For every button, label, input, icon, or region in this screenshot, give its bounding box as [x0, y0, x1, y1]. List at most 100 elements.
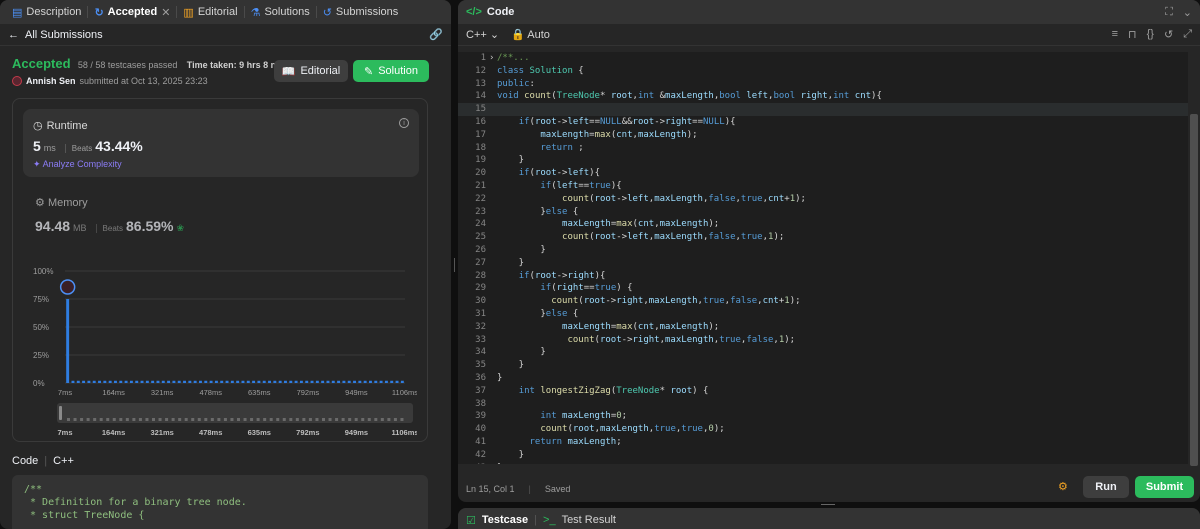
slider-mini-bar: [322, 418, 325, 421]
code-line[interactable]: 33 count(root->right,maxLength,true,fals…: [458, 334, 1188, 347]
code-line[interactable]: 43};: [458, 462, 1188, 465]
slider-mini-bar: [289, 418, 293, 421]
code-line[interactable]: 29 if(right==true) {: [458, 282, 1188, 295]
code-line[interactable]: 42 }: [458, 449, 1188, 462]
code-line[interactable]: 17 maxLength=max(cnt,maxLength);: [458, 129, 1188, 142]
code-line[interactable]: 18 return ;: [458, 142, 1188, 155]
submitted-time: submitted at Oct 13, 2025 23:23: [79, 76, 208, 86]
code-line[interactable]: 32 maxLength=max(cnt,maxLength);: [458, 321, 1188, 334]
analyze-complexity-link[interactable]: ✦ Analyze Complexity: [33, 159, 122, 170]
line-number: 42: [475, 449, 486, 460]
fullscreen-icon[interactable]: ⤢: [1183, 28, 1192, 41]
code-line[interactable]: 27 }: [458, 257, 1188, 270]
editor-scrollbar[interactable]: [1188, 52, 1200, 466]
x-tick-label: 1106ms: [392, 388, 417, 397]
code-line[interactable]: 21 if(left==true){: [458, 180, 1188, 193]
code-line[interactable]: 22 count(root->left,maxLength,false,true…: [458, 193, 1188, 206]
tab-description[interactable]: ▤ Description: [6, 0, 87, 24]
result-summary: Accepted 58 / 58 testcases passed Time t…: [12, 56, 294, 71]
code-line[interactable]: 24 maxLength=max(cnt,maxLength);: [458, 218, 1188, 231]
code-line[interactable]: 16 if(root->left==NULL&&root->right==NUL…: [458, 116, 1188, 129]
auto-mode[interactable]: 🔒 Auto: [511, 28, 550, 41]
solution-button[interactable]: ✎ Solution: [353, 60, 429, 82]
code-text: count(root->left,maxLength,false,true,cn…: [562, 193, 806, 204]
format-icon[interactable]: ≡: [1112, 28, 1118, 41]
code-text: if(right==true) {: [540, 283, 633, 294]
code-line[interactable]: 13 public:: [458, 78, 1188, 91]
code-line[interactable]: 30 count(root->right,maxLength,true,fals…: [458, 295, 1188, 308]
tab-test-result[interactable]: Test Result: [562, 514, 616, 526]
tab-accepted[interactable]: ↻ Accepted ✕: [88, 0, 176, 24]
tab-solutions[interactable]: ⚗ Solutions: [245, 0, 316, 24]
all-submissions-link[interactable]: ← All Submissions: [8, 29, 103, 41]
status-accepted: Accepted: [12, 56, 71, 71]
tab-testcase[interactable]: Testcase: [482, 514, 528, 526]
runtime-value: 5: [33, 138, 41, 154]
code-line[interactable]: 41 return maxLength;: [458, 436, 1188, 449]
code-line[interactable]: 1 ›/**...: [458, 52, 1188, 65]
bookmark-icon[interactable]: ⊓: [1128, 28, 1137, 41]
slider-mini-bar: [138, 418, 142, 421]
braces-icon[interactable]: {}: [1147, 28, 1154, 41]
tab-editorial[interactable]: ▥ Editorial: [177, 0, 243, 24]
editorial-button[interactable]: 📖 Editorial: [274, 60, 348, 82]
code-line[interactable]: 25 count(root->left,maxLength,false,true…: [458, 231, 1188, 244]
y-tick-label: 0%: [33, 379, 45, 388]
code-editor[interactable]: 1 ›/**... 12 class Solution {13 public: 14 voi…: [458, 52, 1188, 464]
code-line[interactable]: 39 int maxLength=0;: [458, 410, 1188, 423]
code-line[interactable]: 26 }: [458, 244, 1188, 257]
slider-mini-bar: [106, 418, 110, 421]
code-text: if(root->right){: [518, 270, 606, 281]
code-line[interactable]: 38: [458, 398, 1188, 411]
vertical-splitter[interactable]: [451, 0, 458, 529]
slider-mini-bar: [99, 418, 103, 421]
maximize-icon[interactable]: ⛶: [1165, 6, 1173, 19]
code-line[interactable]: 23 }else {: [458, 206, 1188, 219]
slider-mini-bar: [361, 418, 365, 421]
code-line[interactable]: 37 int longestZigZag(TreeNode* root) {: [458, 385, 1188, 398]
code-line[interactable]: 12 class Solution {: [458, 65, 1188, 78]
slider-mini-bar: [348, 418, 352, 421]
debug-icon[interactable]: ⚙: [1058, 480, 1068, 493]
link-icon[interactable]: 🔗: [429, 28, 443, 41]
code-line[interactable]: 20 if(root->left){: [458, 167, 1188, 180]
username[interactable]: Annish Sen: [26, 76, 76, 86]
memory-beats-value: 86.59%: [126, 218, 174, 234]
code-line[interactable]: 36}: [458, 372, 1188, 385]
code-line[interactable]: 15: [458, 103, 1188, 116]
reset-icon[interactable]: ↺: [1164, 28, 1173, 41]
avatar[interactable]: [12, 76, 22, 86]
code-line[interactable]: 35 }: [458, 359, 1188, 372]
close-tab-icon[interactable]: ✕: [161, 6, 170, 19]
fold-chevron-icon[interactable]: ›: [489, 52, 494, 65]
code-line[interactable]: 34 }: [458, 346, 1188, 359]
collapse-icon[interactable]: ⌄: [1183, 6, 1192, 19]
runtime-distribution-chart[interactable]: 100% 75% 50% 25% 0% 7ms 164ms 321ms 478ms 635ms 79…: [25, 261, 417, 437]
slider-mini-bar: [125, 418, 129, 421]
code-line[interactable]: 31 }else {: [458, 308, 1188, 321]
info-icon[interactable]: i: [399, 118, 409, 128]
chart-bar: [135, 380, 139, 383]
memory-card[interactable]: ⚙ Memory: [35, 196, 88, 209]
submitted-code-preview[interactable]: /** * Definition for a binary tree node.…: [12, 475, 428, 529]
run-button[interactable]: Run: [1083, 476, 1129, 498]
slider-mini-bar: [230, 418, 234, 421]
chart-bar: [108, 380, 112, 383]
slider-mini-bar: [341, 418, 345, 421]
slider-tick-label: 635ms: [248, 428, 271, 437]
runtime-card[interactable]: ◷ Runtime i 5 ms Beats 43.44% ✦ Analyze …: [23, 109, 419, 177]
code-line[interactable]: 14 void count(TreeNode* root,int &maxLeng…: [458, 90, 1188, 103]
code-line[interactable]: 40 count(root,maxLength,true,true,0);: [458, 423, 1188, 436]
slider-mini-bar: [295, 418, 299, 421]
code-line[interactable]: 28 if(root->right){: [458, 270, 1188, 283]
memory-title: Memory: [47, 197, 88, 209]
line-number: 41: [475, 436, 486, 447]
code-line[interactable]: 19 }: [458, 154, 1188, 167]
code-text: }else {: [497, 308, 579, 319]
x-tick-label: 949ms: [345, 388, 368, 397]
chart-bar: [246, 380, 250, 383]
code-text: /**...: [497, 53, 530, 63]
submit-button[interactable]: Submit: [1135, 476, 1194, 498]
tab-submissions[interactable]: ↺ Submissions: [317, 0, 405, 24]
language-select[interactable]: C++ ⌄: [466, 28, 499, 41]
